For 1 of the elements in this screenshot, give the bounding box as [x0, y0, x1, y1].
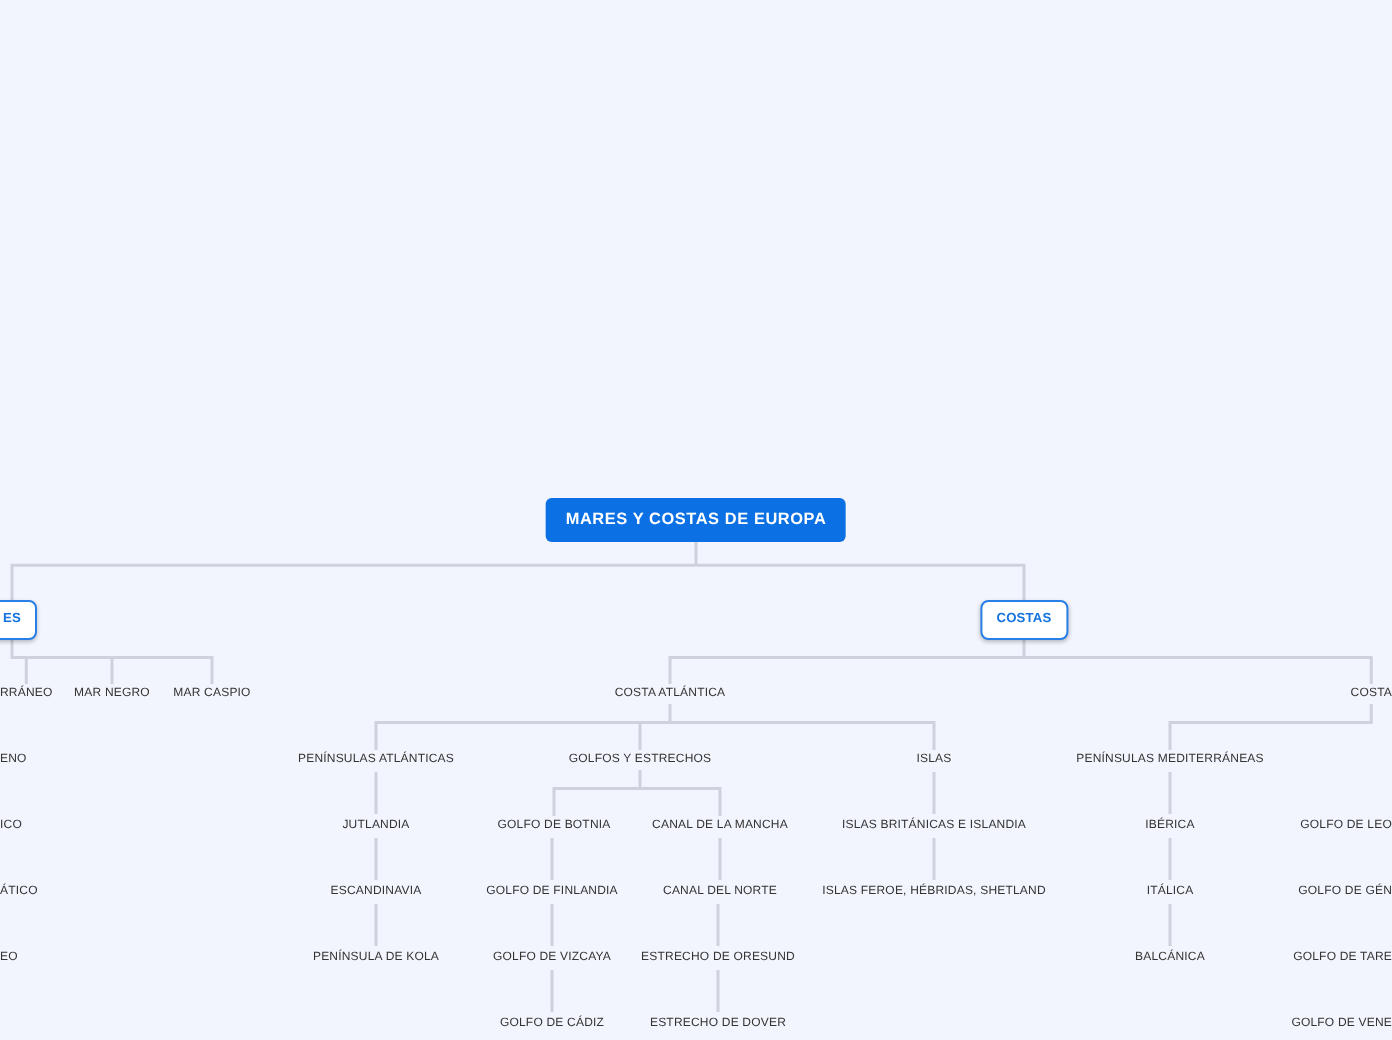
- central-topic: MARES Y COSTAS DE EUROPA: [545, 498, 847, 542]
